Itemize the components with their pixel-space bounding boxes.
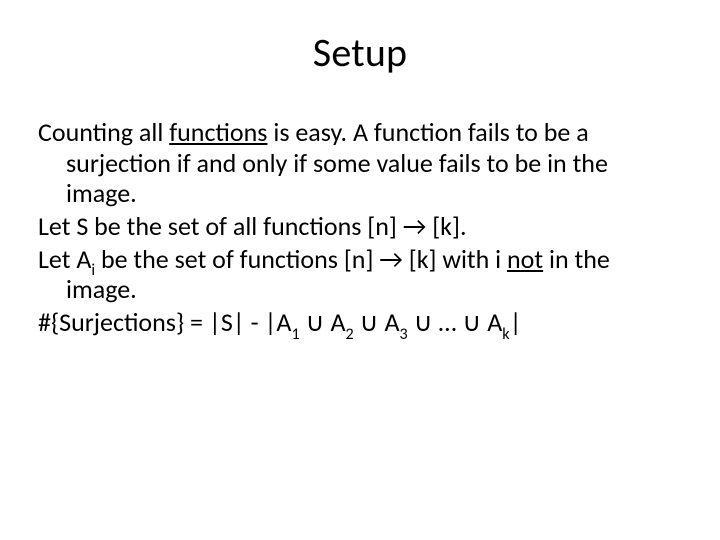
- slide-title: Setup: [38, 28, 682, 77]
- p4-sub-k: k: [502, 325, 509, 344]
- p3-text-c: be the set of functions [n] → [k] with i: [95, 243, 507, 275]
- p4-sub-2: 2: [346, 325, 354, 344]
- slide: Setup Counting all functions is easy. A …: [0, 0, 720, 540]
- p1-text-a: Counting all: [38, 116, 169, 148]
- p1-underline-functions: functions: [169, 116, 267, 148]
- p4-sub-3: 3: [400, 325, 408, 344]
- p4-u2: ∪ A: [354, 306, 400, 338]
- paragraph-3: Let Ai be the set of functions [n] → [k]…: [38, 244, 682, 305]
- p3-sub-i: i: [91, 261, 95, 280]
- slide-body: Counting all functions is easy. A functi…: [38, 117, 682, 338]
- p4-el: ∪ … ∪ A: [408, 306, 503, 338]
- p4-sub-1: 1: [291, 325, 299, 344]
- p3-underline-not: not: [507, 243, 543, 275]
- paragraph-2: Let S be the set of all functions [n] → …: [38, 211, 682, 242]
- p4-u1: ∪ A: [300, 306, 346, 338]
- p2-text: Let S be the set of all functions [n] → …: [38, 210, 467, 242]
- p3-text-a: Let A: [38, 243, 91, 275]
- p4-a: #{Surjections} = |S| - |A: [38, 306, 291, 338]
- paragraph-4: #{Surjections} = |S| - |A1 ∪ A2 ∪ A3 ∪ ……: [38, 307, 682, 338]
- paragraph-1: Counting all functions is easy. A functi…: [38, 117, 682, 209]
- p4-end: |: [510, 306, 522, 338]
